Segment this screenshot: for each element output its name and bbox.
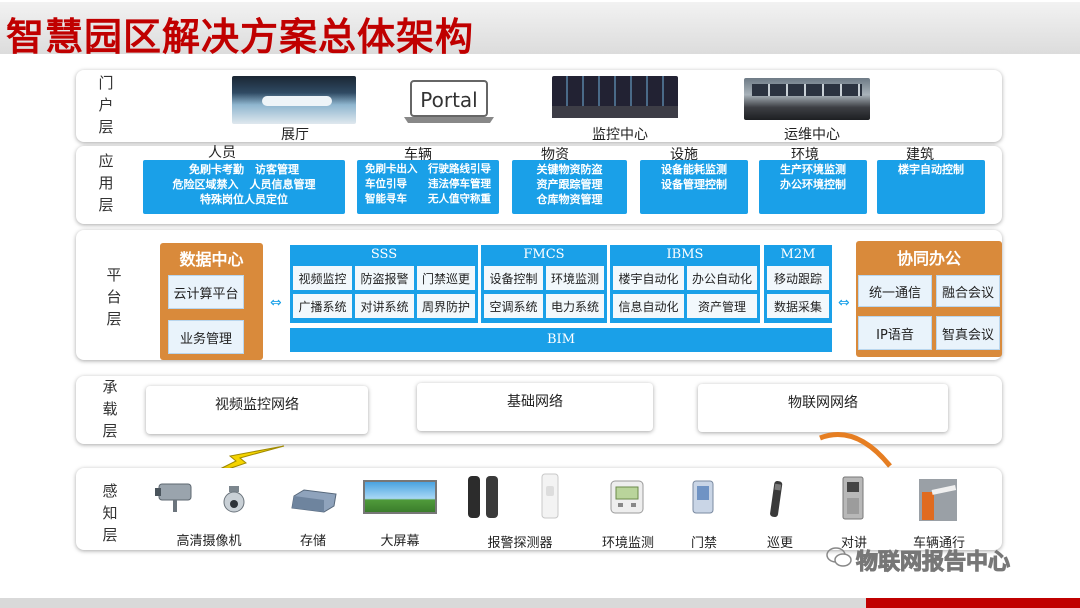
portal-layer-label: 门户层 bbox=[98, 74, 114, 136]
device-caption-storage: 存储 bbox=[299, 534, 326, 549]
app-line: 免刷卡考勤 访客管理 bbox=[189, 163, 299, 176]
big-screen-icon bbox=[363, 480, 437, 514]
collab-item: 统一通信 bbox=[858, 275, 932, 307]
data-center-title: 数据中心 bbox=[179, 250, 244, 269]
module-title-ibms: IBMS bbox=[610, 245, 760, 265]
network-label: 基础网络 bbox=[507, 394, 563, 410]
app-box-building: 楼宇自动控制 bbox=[877, 160, 985, 214]
camera-icon bbox=[155, 483, 245, 513]
collab-title: 协同办公 bbox=[896, 249, 961, 268]
module-cell: 广播系统 bbox=[293, 294, 352, 318]
app-line: 智能寻车 无人值守称重 bbox=[365, 193, 491, 205]
app-line: 危险区域禁入 人员信息管理 bbox=[172, 178, 316, 191]
transport-layer-label: 承载层 bbox=[102, 378, 118, 440]
app-line: 设备管理控制 bbox=[661, 178, 727, 191]
network-box-video: 视频监控网络 bbox=[146, 386, 368, 434]
device-caption-environment: 环境监测 bbox=[601, 536, 654, 551]
app-line: 特殊岗位人员定位 bbox=[200, 193, 288, 206]
app-box-people: 免刷卡考勤 访客管理 危险区域禁入 人员信息管理 特殊岗位人员定位 bbox=[143, 160, 345, 214]
module-title-fmcs: FMCS bbox=[481, 245, 607, 265]
app-box-materials: 关键物资防盗 资产跟踪管理 仓库物资管理 bbox=[512, 160, 627, 214]
module-cell: 楼宇自动化 bbox=[613, 266, 684, 290]
module-title-sss: SSS bbox=[290, 245, 478, 265]
module-cell: 移动跟踪 bbox=[767, 266, 829, 290]
module-cell: 办公自动化 bbox=[687, 266, 757, 290]
barrier-gate-icon bbox=[919, 479, 957, 521]
exhibition-hall-detail bbox=[262, 96, 332, 106]
portal-caption-exhibition: 展厅 bbox=[281, 127, 309, 143]
wechat-icon bbox=[826, 546, 852, 568]
app-line: 免刷卡出入 行驶路线引导 bbox=[365, 163, 491, 175]
module-cell: 设备控制 bbox=[484, 266, 543, 290]
app-title-people: 人员 bbox=[208, 145, 236, 161]
app-line: 车位引导 违法停车管理 bbox=[365, 178, 491, 190]
platform-layer-label: 平台层 bbox=[106, 266, 122, 328]
collab-item: 融合会议 bbox=[936, 275, 1000, 307]
module-cell: 防盗报警 bbox=[355, 266, 414, 290]
wireless-arc-icon bbox=[819, 432, 892, 468]
app-box-facility: 设备能耗监测 设备管理控制 bbox=[640, 160, 748, 214]
network-box-basic: 基础网络 bbox=[417, 383, 653, 431]
module-cell: 数据采集 bbox=[767, 294, 829, 318]
device-caption-camera: 高清摄像机 bbox=[176, 534, 242, 549]
device-caption-access: 门禁 bbox=[690, 536, 717, 551]
page-title: 智慧园区解决方案总体架构 bbox=[6, 14, 475, 59]
perception-layer-label: 感知层 bbox=[102, 482, 118, 544]
intercom-icon bbox=[842, 476, 864, 520]
module-cell: 电力系统 bbox=[546, 294, 604, 318]
environment-monitor-icon bbox=[610, 480, 644, 514]
double-arrow-left-icon: ⇔ bbox=[270, 295, 282, 311]
watermark-text: 物联网报告中心 bbox=[855, 550, 1011, 576]
device-caption-alarm: 报警探测器 bbox=[487, 536, 553, 551]
data-center-item: 业务管理 bbox=[168, 320, 244, 354]
patrol-icon bbox=[770, 481, 783, 518]
app-line: 仓库物资管理 bbox=[536, 193, 603, 206]
app-line: 关键物资防盗 bbox=[536, 163, 603, 176]
collab-item: IP语音 bbox=[858, 316, 932, 350]
module-title-m2m: M2M bbox=[764, 245, 832, 265]
device-caption-big-screen: 大屏幕 bbox=[380, 534, 420, 549]
module-cell: 资产管理 bbox=[687, 294, 757, 318]
footer-accent bbox=[866, 598, 1080, 608]
module-cell: 对讲系统 bbox=[355, 294, 414, 318]
app-box-vehicle: 免刷卡出入 行驶路线引导 车位引导 违法停车管理 智能寻车 无人值守称重 bbox=[357, 160, 499, 214]
portal-caption-operations: 运维中心 bbox=[784, 127, 840, 143]
monitoring-center-desks bbox=[552, 106, 678, 118]
module-cell: 空调系统 bbox=[484, 294, 543, 318]
double-arrow-right-icon: ⇔ bbox=[838, 295, 850, 311]
access-control-icon bbox=[692, 480, 714, 514]
app-box-environment: 生产环境监测 办公环境控制 bbox=[759, 160, 867, 214]
module-cell: 周界防护 bbox=[417, 294, 475, 318]
collab-item: 智真会议 bbox=[936, 316, 1000, 350]
portal-screen-text: Portal bbox=[420, 88, 478, 112]
module-cell: 环境监测 bbox=[546, 266, 604, 290]
app-line: 设备能耗监测 bbox=[661, 163, 727, 176]
app-line: 楼宇自动控制 bbox=[898, 163, 964, 176]
alarm-detector-icon bbox=[468, 473, 559, 519]
operations-center-screens bbox=[752, 84, 862, 96]
storage-icon bbox=[291, 489, 337, 513]
module-cell: 信息自动化 bbox=[613, 294, 684, 318]
app-line: 资产跟踪管理 bbox=[536, 178, 603, 191]
app-line: 办公环境控制 bbox=[780, 178, 846, 191]
application-layer-label: 应用层 bbox=[98, 152, 114, 214]
network-label: 物联网网络 bbox=[788, 395, 858, 411]
data-center-item: 云计算平台 bbox=[168, 275, 244, 309]
module-cell: 视频监控 bbox=[293, 266, 352, 290]
network-box-iot: 物联网网络 bbox=[698, 384, 948, 432]
portal-caption-monitoring: 监控中心 bbox=[592, 127, 648, 143]
module-cell: 门禁巡更 bbox=[417, 266, 475, 290]
bim-bar: BIM bbox=[290, 328, 832, 352]
network-label: 视频监控网络 bbox=[215, 397, 299, 413]
app-line: 生产环境监测 bbox=[780, 163, 846, 176]
device-caption-patrol: 巡更 bbox=[766, 536, 793, 551]
